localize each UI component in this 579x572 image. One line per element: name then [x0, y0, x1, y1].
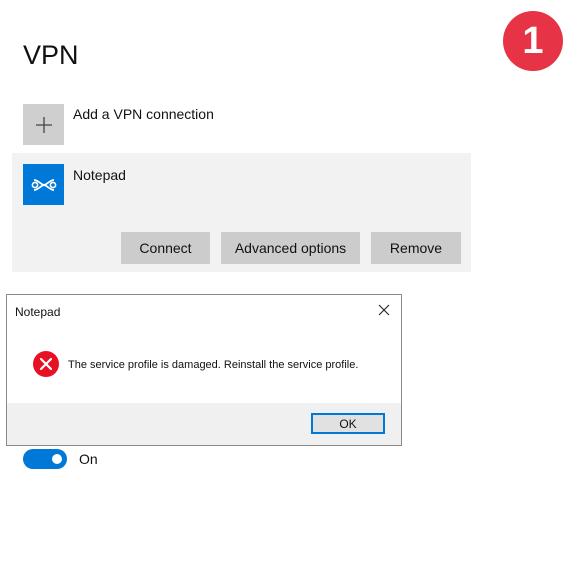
error-dialog: Notepad The service profile is damaged. … — [6, 294, 402, 446]
dialog-title: Notepad — [15, 305, 61, 319]
error-icon — [33, 351, 59, 377]
add-vpn-connection-label: Add a VPN connection — [73, 106, 214, 122]
advanced-options-button[interactable]: Advanced options — [221, 232, 360, 264]
plus-icon — [23, 104, 64, 145]
page-title: VPN — [23, 40, 79, 70]
vpn-link-icon — [23, 164, 64, 205]
remove-button[interactable]: Remove — [371, 232, 461, 264]
dialog-message: The service profile is damaged. Reinstal… — [68, 359, 359, 371]
close-icon[interactable] — [375, 301, 393, 319]
toggle-knob — [52, 454, 62, 464]
step-number-badge: 1 — [503, 11, 563, 71]
vpn-connection-item[interactable]: Notepad Connect Advanced options Remove — [12, 153, 471, 272]
add-vpn-connection-button[interactable]: Add a VPN connection — [23, 104, 214, 145]
ok-button[interactable]: OK — [311, 413, 385, 434]
vpn-connection-name: Notepad — [73, 167, 126, 183]
dialog-footer: OK — [7, 403, 401, 445]
vpn-toggle-row: On — [23, 449, 98, 469]
vpn-toggle-switch[interactable] — [23, 449, 67, 469]
toggle-state-label: On — [79, 451, 98, 467]
connect-button[interactable]: Connect — [121, 232, 210, 264]
